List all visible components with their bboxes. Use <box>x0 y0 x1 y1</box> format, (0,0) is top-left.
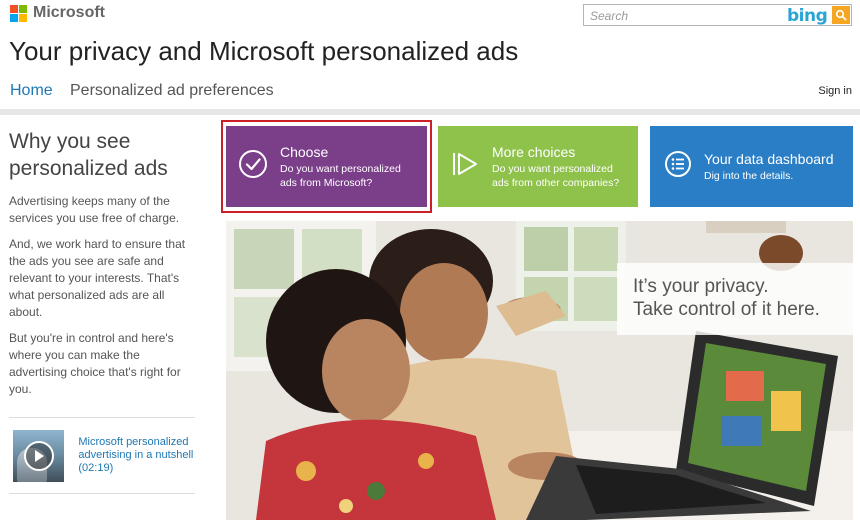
data-dashboard-tile-text: Your data dashboard Dig into the details… <box>704 151 833 183</box>
more-choices-tile-text: More choices Do you want personalized ad… <box>492 144 632 190</box>
hero-caption-line1: It’s your privacy. <box>633 276 769 297</box>
video-thumbnail[interactable] <box>13 430 65 482</box>
data-dashboard-tile-title: Your data dashboard <box>704 150 834 167</box>
data-dashboard-tile[interactable]: Your data dashboard Dig into the details… <box>650 126 853 207</box>
sidebar-paragraph: Advertising keeps many of the services y… <box>9 194 180 225</box>
search-icon <box>835 9 847 21</box>
data-dashboard-tile-subtitle: Dig into the details. <box>704 169 794 182</box>
sidebar-divider <box>9 493 195 494</box>
video-link[interactable]: Microsoft personalized advertising in a … <box>78 436 195 482</box>
hero-image: It’s your privacy. Take control of it he… <box>226 221 853 520</box>
brand-name: Microsoft <box>33 4 105 21</box>
sidebar-paragraph: And, we work hard to ensure that the ads… <box>9 237 186 319</box>
list-circle-icon <box>664 150 692 183</box>
top-bar: Microsoft bing <box>0 0 860 30</box>
sidebar-heading-line2: personalized ads <box>9 157 168 180</box>
sidebar-divider <box>9 417 195 418</box>
sidebar-heading: Why you see personalized ads <box>9 128 195 182</box>
nav-preferences-link[interactable]: Personalized ad preferences <box>70 82 274 100</box>
hero-caption[interactable]: It’s your privacy. Take control of it he… <box>617 263 853 335</box>
hero-caption-line2: Take control of it here. <box>633 299 820 320</box>
more-choices-tile[interactable]: More choices Do you want personalized ad… <box>438 126 638 207</box>
page-title: Your privacy and Microsoft personalized … <box>9 36 519 66</box>
bing-logo: bing <box>787 6 828 26</box>
sidebar-heading-line1: Why you see <box>9 130 131 153</box>
sidebar-paragraph: But you're in control and here's where y… <box>9 331 181 396</box>
nav-home-link[interactable]: Home <box>10 82 53 100</box>
video-item[interactable]: Microsoft personalized advertising in a … <box>13 430 195 482</box>
more-choices-tile-subtitle: Do you want personalized ads from other … <box>492 162 620 189</box>
choose-tile-highlight <box>221 120 432 213</box>
header-divider <box>0 109 860 115</box>
search-input[interactable] <box>590 8 770 23</box>
sidebar: Why you see personalized ads Advertising… <box>9 128 195 398</box>
play-icon[interactable] <box>24 441 54 471</box>
search-button[interactable] <box>832 6 850 24</box>
main-nav: Home Personalized ad preferences Sign in <box>10 82 852 104</box>
microsoft-logo[interactable]: Microsoft <box>10 4 105 22</box>
play-forward-icon <box>450 149 480 184</box>
search-box: bing <box>583 4 852 26</box>
more-choices-tile-title: More choices <box>492 143 576 160</box>
microsoft-logo-icon <box>10 4 27 22</box>
sign-in-link[interactable]: Sign in <box>818 85 852 97</box>
